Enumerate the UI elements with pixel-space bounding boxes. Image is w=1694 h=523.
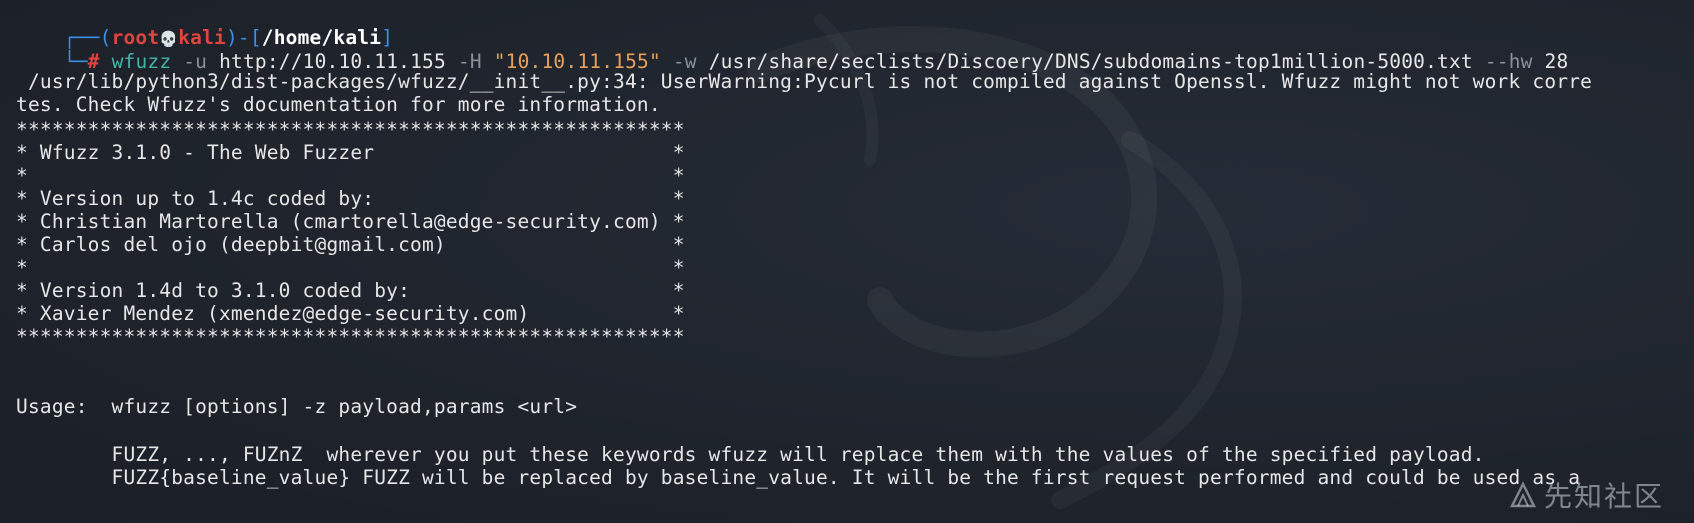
watermark-icon bbox=[1509, 481, 1537, 508]
banner-line: * Xavier Mendez (xmendez@edge-security.c… bbox=[16, 302, 685, 325]
banner-line: * Version up to 1.4c coded by: * bbox=[16, 187, 685, 210]
banner-line: * Carlos del ojo (deepbit@gmail.com) * bbox=[16, 233, 685, 256]
warning-line-2: tes. Check Wfuzz's documentation for mor… bbox=[16, 93, 661, 116]
banner-line: * Version 1.4d to 3.1.0 coded by: * bbox=[16, 279, 685, 302]
usage-detail-2: FUZZ{baseline_value} FUZZ will be replac… bbox=[16, 466, 1581, 489]
usage-detail-1: FUZZ, ..., FUZnZ wherever you put these … bbox=[16, 443, 1485, 466]
watermark-logo: 先知社区 bbox=[1508, 475, 1664, 515]
terminal-window[interactable]: ┌──(root💀kali)-[/home/kali] └─# wfuzz -u… bbox=[0, 0, 1694, 523]
banner-line: * * bbox=[16, 256, 685, 279]
banner-line: ****************************************… bbox=[16, 325, 685, 348]
banner-line: ****************************************… bbox=[16, 118, 685, 141]
banner-line: * Wfuzz 3.1.0 - The Web Fuzzer * bbox=[16, 141, 685, 164]
banner-line: * * bbox=[16, 164, 685, 187]
watermark-text: 先知社区 bbox=[1543, 480, 1664, 513]
banner-line: * Christian Martorella (cmartorella@edge… bbox=[16, 210, 685, 233]
warning-line-1: /usr/lib/python3/dist-packages/wfuzz/__i… bbox=[16, 70, 1593, 93]
usage-line: Usage: wfuzz [options] -z payload,params… bbox=[16, 395, 578, 418]
